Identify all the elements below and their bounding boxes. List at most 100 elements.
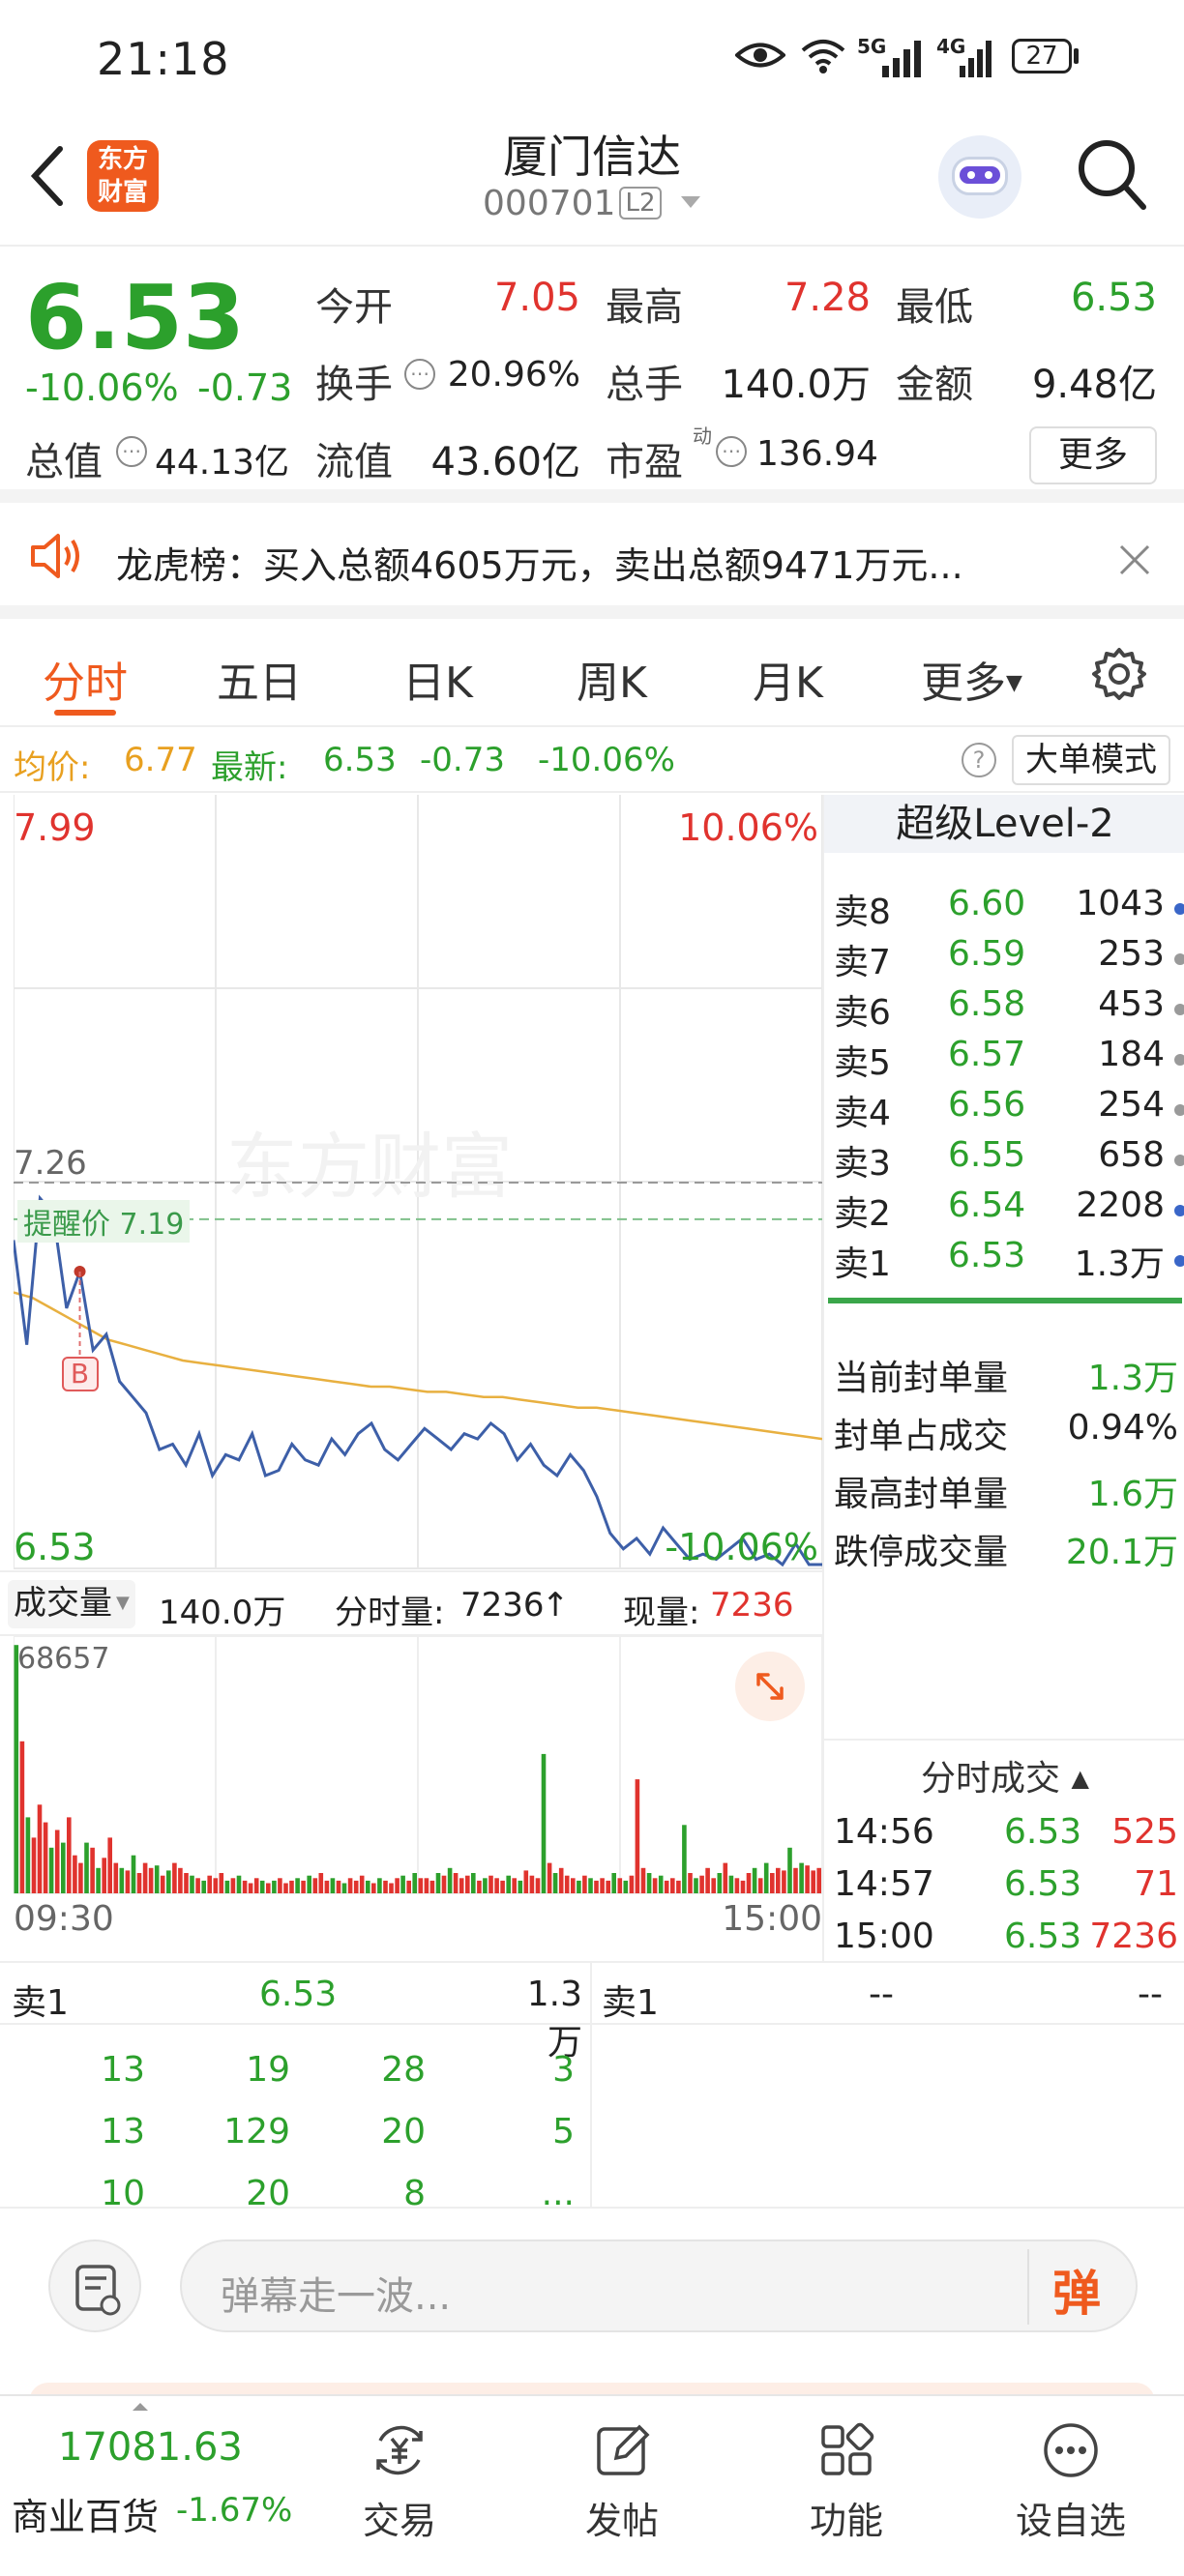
help-icon[interactable]: ?	[962, 743, 996, 777]
index-value[interactable]: 17081.63	[58, 2425, 243, 2470]
volume-bar	[518, 1880, 523, 1893]
settings-gear-icon[interactable]	[1091, 646, 1147, 702]
search-icon[interactable]	[1076, 135, 1149, 213]
volume-bar	[646, 1873, 652, 1893]
queue-cell: 20	[246, 2174, 290, 2213]
caret-down-icon	[680, 196, 700, 208]
volume-bar	[301, 1880, 306, 1893]
high-label: 最高	[606, 285, 683, 330]
volume-bar	[705, 1867, 710, 1893]
more-button[interactable]: 更多	[1029, 426, 1157, 484]
ask-row[interactable]: 卖7 6.59 253	[834, 934, 1184, 984]
ask-volume: 658	[1098, 1135, 1165, 1175]
volume-bar	[429, 1880, 435, 1893]
robot-assistant-icon[interactable]	[938, 135, 1021, 219]
trades-title-row[interactable]: 分时成交 ▲	[824, 1750, 1184, 1800]
trades-title: 分时成交	[921, 1759, 1061, 1799]
volume-indicator-label: 成交量	[14, 1584, 112, 1623]
ask-row[interactable]: 卖3 6.55 658	[834, 1135, 1184, 1186]
stat-row: 当前封单量 1.3万	[834, 1350, 1184, 1400]
ask-row[interactable]: 卖4 6.56 254	[834, 1085, 1184, 1135]
ask-volume: 184	[1098, 1035, 1165, 1074]
amount-value: 9.48亿	[1031, 363, 1157, 407]
buy-marker-badge[interactable]: B	[61, 1356, 99, 1391]
expand-icon[interactable]	[735, 1652, 805, 1721]
volume-bar	[652, 1878, 658, 1893]
ask-row[interactable]: 卖5 6.57 184	[834, 1035, 1184, 1085]
volume-bar	[711, 1878, 716, 1893]
volume-bar	[312, 1878, 318, 1893]
ask-row[interactable]: 卖6 6.58 453	[834, 984, 1184, 1035]
intraday-chart[interactable]: 东方财富 7.99 10.06% 7.26 提醒价 7.19 B 6.53 -1…	[0, 795, 823, 1939]
open-value: 7.05	[493, 276, 580, 320]
volume-bar	[571, 1878, 576, 1893]
volume-bar	[547, 1862, 552, 1893]
volume-bar	[617, 1878, 623, 1893]
info-icon[interactable]: ⋯	[116, 436, 147, 467]
volume-bar	[330, 1878, 336, 1893]
volume-bar	[142, 1862, 148, 1893]
stat-label: 跌停成交量	[834, 1533, 1009, 1572]
low-label: 最低	[896, 285, 973, 330]
close-icon[interactable]	[1118, 543, 1151, 576]
tab-weekly-k[interactable]: 周K	[577, 648, 647, 710]
nav-watchlist[interactable]: 设自选	[998, 2419, 1143, 2544]
alert-price-label[interactable]: 提醒价 7.19	[17, 1199, 191, 1243]
ask-price: 6.56	[948, 1085, 1026, 1125]
mktcap-label: 总值	[25, 440, 103, 484]
tab-intraday[interactable]: 分时	[43, 648, 128, 710]
trade-yuan-icon	[376, 2425, 423, 2475]
level2-title[interactable]: 超级Level-2	[824, 795, 1184, 853]
ask-row[interactable]: 卖2 6.54 2208	[834, 1186, 1184, 1236]
volume-value: 140.0万	[721, 363, 871, 407]
big-order-mode-button[interactable]: 大单模式	[1012, 735, 1170, 785]
pct-bottom-label: -10.06%	[665, 1526, 818, 1568]
ask-row[interactable]: 卖1 6.53 1.3万	[834, 1236, 1184, 1286]
nav-trade[interactable]: 交易	[327, 2419, 472, 2544]
volume-bar	[389, 1883, 394, 1893]
volume-bar	[37, 1804, 43, 1893]
volume-bar	[236, 1875, 242, 1893]
volume-bar	[136, 1873, 142, 1893]
volume-bar	[564, 1875, 570, 1893]
volume-bar	[658, 1875, 664, 1893]
chart-tabs: 分时 五日 日K 周K 月K 更多▼	[0, 619, 1184, 727]
ask-level-label: 卖3	[834, 1144, 891, 1184]
volume-bar	[54, 1830, 60, 1893]
ask-price: 6.55	[948, 1135, 1026, 1175]
nav-functions[interactable]: 功能	[774, 2419, 919, 2544]
volume-bar	[529, 1875, 535, 1893]
trade-row: 14:57 6.53 71	[834, 1864, 1184, 1915]
notes-icon[interactable]	[48, 2239, 141, 2332]
danmu-input[interactable]: 弹幕走一波... 弹	[180, 2239, 1138, 2332]
level2-badge: L2	[619, 187, 662, 220]
trade-price: 6.53	[1004, 1917, 1082, 1956]
avg-value: 6.77	[124, 741, 197, 779]
stock-code: 000701	[483, 184, 616, 223]
ask-row[interactable]: 卖8 6.60 1043	[834, 884, 1184, 934]
ask-price: 6.59	[948, 934, 1026, 974]
info-icon[interactable]: ⋯	[716, 436, 747, 467]
volume-bar	[611, 1873, 616, 1893]
index-name[interactable]: 商业百货	[12, 2487, 159, 2540]
trade-time: 14:56	[834, 1812, 934, 1852]
tab-more-label: 更多	[921, 659, 1006, 708]
volume-bar	[512, 1878, 517, 1893]
news-ticker[interactable]: 龙虎榜：买入总额4605万元，卖出总额9471万元...	[0, 503, 1184, 619]
nav-post[interactable]: 发帖	[549, 2419, 695, 2544]
order-dot-icon	[1174, 1054, 1184, 1066]
danmu-button[interactable]: 弹	[1052, 2255, 1101, 2325]
volume-bar	[148, 1867, 154, 1893]
tab-more[interactable]: 更多▼	[921, 648, 1022, 710]
volume-indicator-select[interactable]: 成交量 ▼	[8, 1580, 135, 1628]
tab-monthly-k[interactable]: 月K	[753, 648, 823, 710]
tab-daily-k[interactable]: 日K	[402, 648, 473, 710]
volume-bar	[61, 1842, 66, 1893]
watermark: 东方财富	[226, 1127, 513, 1207]
tab-five-day[interactable]: 五日	[217, 648, 302, 710]
ask-price: 6.54	[948, 1186, 1026, 1225]
queue-left-price: 6.53	[259, 1975, 338, 2014]
current-volume-value: 7236	[710, 1586, 794, 1625]
ask-level-label: 卖6	[834, 993, 891, 1033]
info-icon[interactable]: ⋯	[404, 359, 435, 390]
